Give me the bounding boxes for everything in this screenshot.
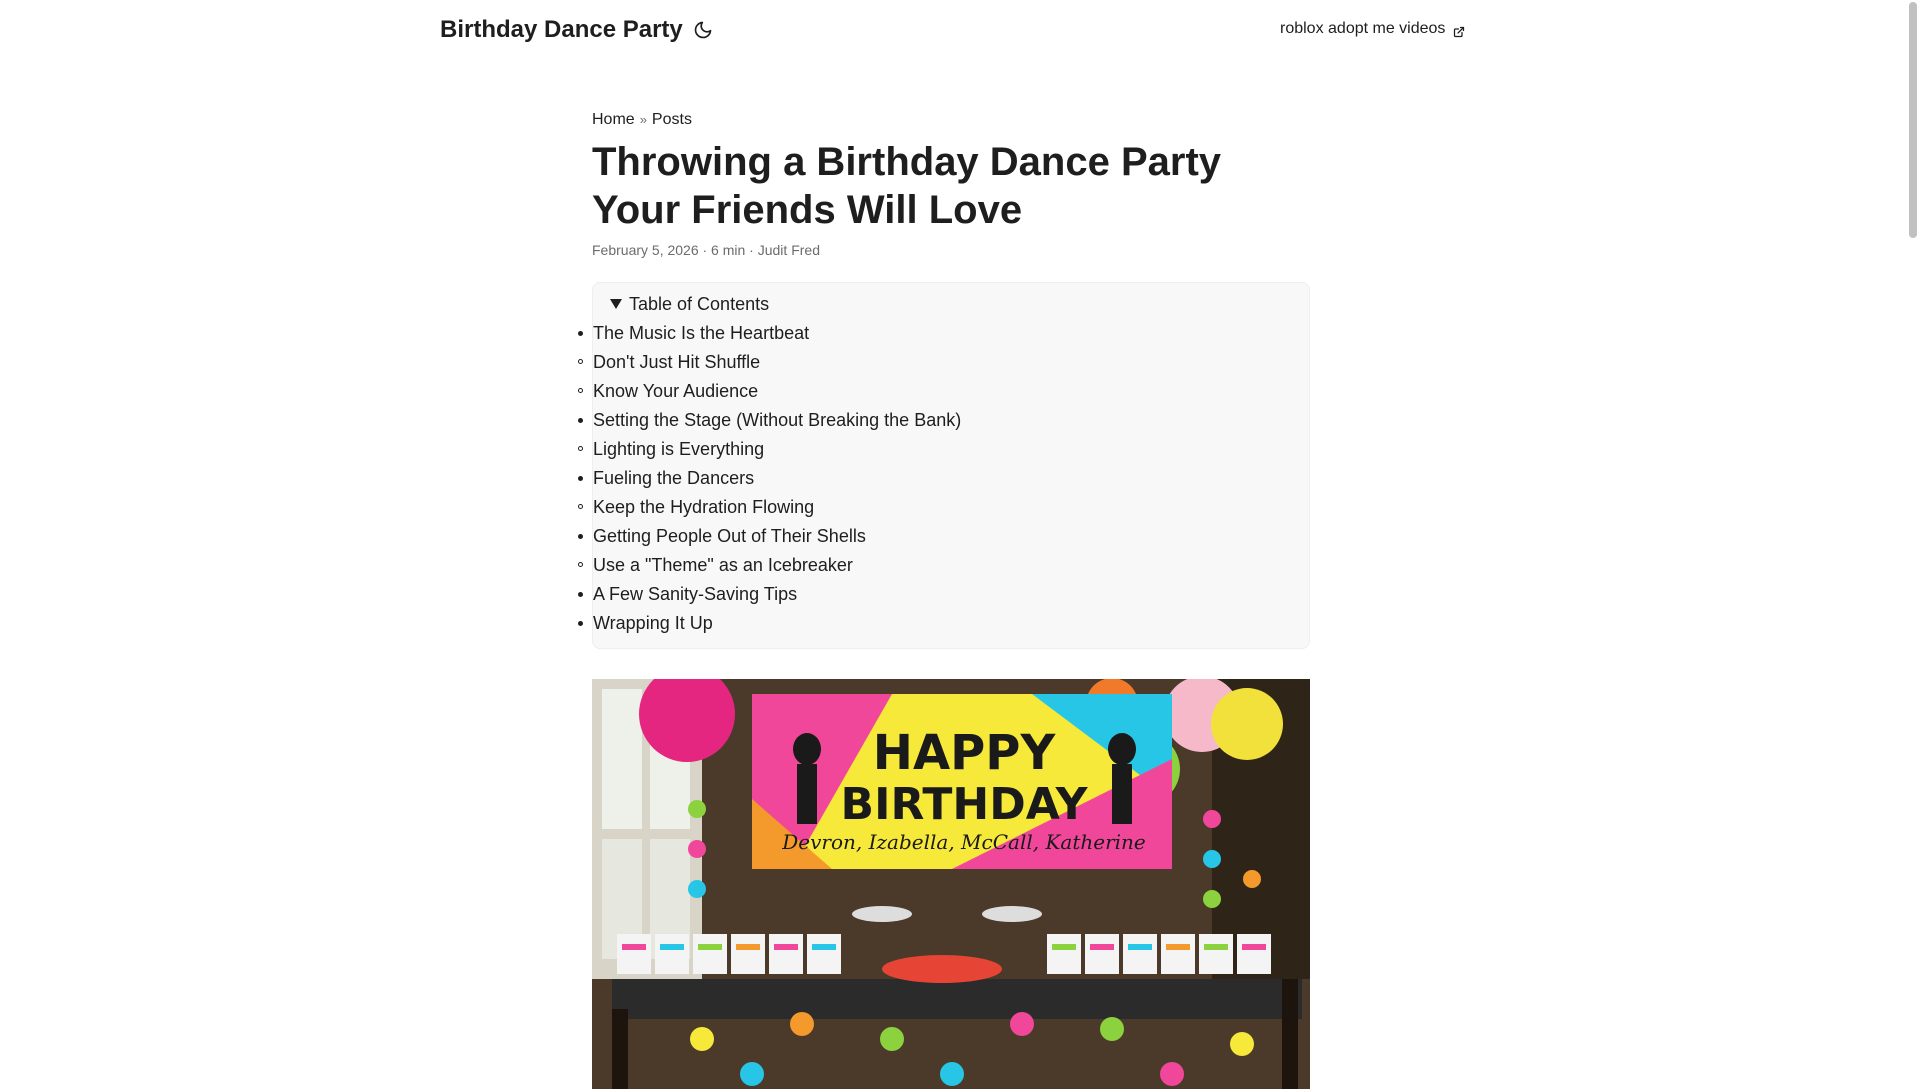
toc-subentry: Don't Just Hit Shuffle xyxy=(578,348,1309,377)
breadcrumb: Home » Posts xyxy=(592,108,1312,132)
breadcrumb-separator: » xyxy=(639,112,647,127)
toc-entry: The Music Is the Heartbeat Don't Just Hi… xyxy=(578,319,1309,406)
table xyxy=(612,979,1302,1019)
toc-sublink[interactable]: Use a "Theme" as an Icebreaker xyxy=(578,551,1309,580)
toc-subentry: Use a "Theme" as an Icebreaker xyxy=(578,551,1309,580)
toc-sublink[interactable]: Know Your Audience xyxy=(578,377,1309,406)
toc-sublist: Don't Just Hit Shuffle Know Your Audienc… xyxy=(578,348,1309,406)
toc-sublist: Use a "Theme" as an Icebreaker xyxy=(578,551,1309,580)
site-header: Birthday Dance Party roblox adopt me vid… xyxy=(0,0,1905,60)
page-scrollbar[interactable] xyxy=(1905,0,1920,1080)
toc-sublink[interactable]: Keep the Hydration Flowing xyxy=(578,493,1309,522)
toc-summary[interactable]: Table of Contents xyxy=(593,289,1309,319)
toc-link[interactable]: A Few Sanity-Saving Tips xyxy=(578,580,1309,609)
toc-entry: Wrapping It Up xyxy=(578,609,1309,638)
banner-line1: HAPPY xyxy=(873,725,1057,781)
triangle-down-icon xyxy=(610,299,622,309)
post-meta: February 5, 2026 · 6 min · Judit Fred xyxy=(592,242,820,258)
toc-link[interactable]: Fueling the Dancers xyxy=(578,464,1309,493)
toc-sublist: Keep the Hydration Flowing xyxy=(578,493,1309,522)
toc-entry: Setting the Stage (Without Breaking the … xyxy=(578,406,1309,464)
toc-list: The Music Is the Heartbeat Don't Just Hi… xyxy=(578,319,1309,638)
site-logo[interactable]: Birthday Dance Party xyxy=(440,14,683,46)
toc-sublink[interactable]: Lighting is Everything xyxy=(578,435,1309,464)
menu-link-label: roblox adopt me videos xyxy=(1280,20,1446,37)
external-link-icon xyxy=(1453,23,1465,38)
toc-link[interactable]: Getting People Out of Their Shells xyxy=(578,522,1309,551)
cover-image: HAPPY BIRTHDAY Devron, Izabella, McCall,… xyxy=(592,679,1310,1089)
balloon xyxy=(1211,688,1283,760)
menu-link-roblox[interactable]: roblox adopt me videos xyxy=(1280,18,1465,40)
table-of-contents: Table of Contents The Music Is the Heart… xyxy=(578,282,1310,649)
toc-subentry: Lighting is Everything xyxy=(578,435,1309,464)
birthday-banner: HAPPY BIRTHDAY Devron, Izabella, McCall,… xyxy=(752,694,1172,869)
toc-link[interactable]: The Music Is the Heartbeat xyxy=(578,319,1309,348)
toc-sublink[interactable]: Don't Just Hit Shuffle xyxy=(578,348,1309,377)
toc-subentry: Know Your Audience xyxy=(578,377,1309,406)
toc-entry: Fueling the Dancers Keep the Hydration F… xyxy=(578,464,1309,522)
moon-icon[interactable] xyxy=(693,19,713,41)
toc-summary-label: Table of Contents xyxy=(629,293,770,314)
cover-illustration: HAPPY BIRTHDAY Devron, Izabella, McCall,… xyxy=(592,679,1310,1089)
toc-entry: Getting People Out of Their Shells Use a… xyxy=(578,522,1309,580)
toc-sublist: Lighting is Everything xyxy=(578,435,1309,464)
toc-link[interactable]: Setting the Stage (Without Breaking the … xyxy=(578,406,1309,435)
platter xyxy=(882,955,1002,983)
toc-link[interactable]: Wrapping It Up xyxy=(578,609,1309,638)
breadcrumb-home[interactable]: Home xyxy=(592,111,635,128)
page-title: Throwing a Birthday Dance Party Your Fri… xyxy=(592,140,1222,232)
scrollbar-thumb[interactable] xyxy=(1909,2,1917,238)
toc-subentry: Keep the Hydration Flowing xyxy=(578,493,1309,522)
banner-line2: BIRTHDAY xyxy=(841,779,1089,830)
breadcrumb-posts[interactable]: Posts xyxy=(652,111,692,128)
banner-names: Devron, Izabella, McCall, Katherine xyxy=(781,830,1146,854)
toc-entry: A Few Sanity-Saving Tips xyxy=(578,580,1309,609)
post-main: Home » Posts Throwing a Birthday Dance Par… xyxy=(578,108,1312,1089)
